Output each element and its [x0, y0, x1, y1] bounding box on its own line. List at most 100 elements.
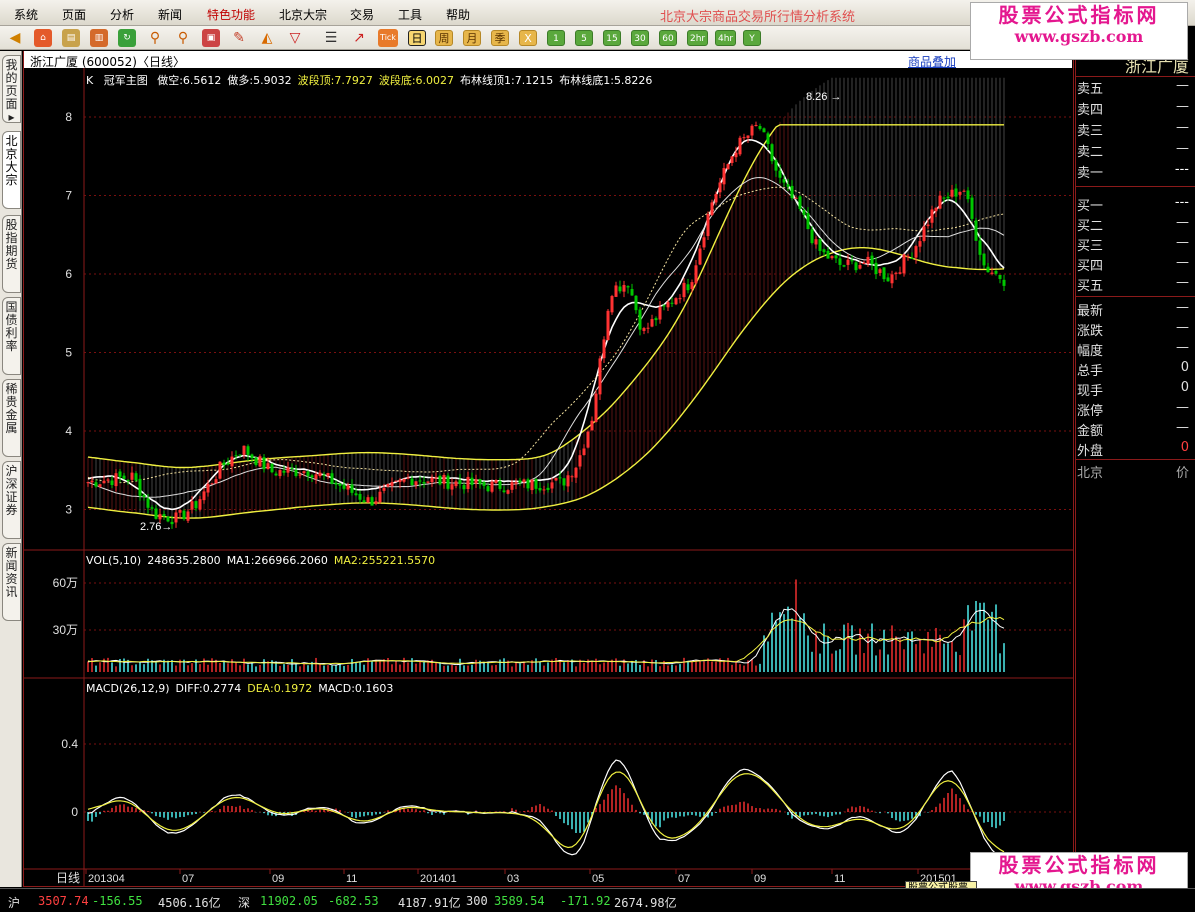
max-price-label: 8.26 →: [806, 91, 841, 103]
bid-row-3-label: 买三: [1077, 239, 1104, 254]
candle-body: [518, 480, 522, 483]
candle-body: [722, 168, 726, 185]
x-tick-label: 03: [507, 873, 519, 885]
bid-row-5: 买五 —: [1077, 275, 1189, 294]
candle-body: [782, 179, 786, 183]
candle-body: [950, 189, 954, 197]
candle-body: [762, 128, 766, 133]
candle-body: [790, 185, 794, 199]
candle-body: [802, 210, 806, 215]
candle-body: [838, 258, 842, 265]
candle-body: [862, 262, 866, 265]
x-tick-label: 09: [754, 873, 766, 885]
candle-body: [874, 262, 878, 275]
stat-row-3-label: 总手: [1077, 364, 1104, 379]
candle-body: [338, 483, 342, 486]
candle-body: [998, 274, 1002, 279]
candle-body: [134, 473, 138, 481]
candle-body: [794, 197, 798, 199]
bid-row-1: 买一 ---: [1077, 195, 1189, 214]
watermark-top-url: www.gszb.com: [1014, 27, 1144, 46]
candle-body: [214, 479, 218, 484]
candle-body: [218, 461, 222, 479]
candle-body: [650, 319, 654, 327]
ask-row-4-value: —: [1176, 99, 1189, 114]
candle-body: [298, 474, 302, 476]
candle-body: [598, 358, 602, 395]
candle-body: [630, 289, 634, 296]
candle-body: [302, 471, 306, 474]
ask-row-5-value: —: [1176, 78, 1189, 93]
candle-body: [190, 501, 194, 510]
stat-row-7: 外盘 0: [1077, 440, 1189, 459]
candle-body: [990, 272, 994, 274]
candle-body: [358, 493, 362, 500]
stat-row-3-value: 0: [1180, 360, 1189, 375]
candle-body: [258, 456, 262, 467]
candle-body: [962, 190, 966, 192]
candle-body: [774, 160, 778, 171]
candle-body: [946, 196, 950, 199]
status-item-2: -156.55: [92, 894, 143, 908]
candle-body: [602, 339, 606, 359]
status-item-1: 3507.74: [38, 894, 89, 908]
candle-body: [282, 470, 286, 473]
ask-row-3: 卖三 —: [1077, 120, 1189, 139]
candle-body: [746, 135, 750, 139]
candle-body: [274, 473, 278, 476]
macd-tick-label: 0: [71, 805, 78, 819]
candle-body: [242, 445, 246, 455]
candle-body: [438, 475, 442, 485]
stat-row-5-value: —: [1176, 400, 1189, 415]
main-indicator-item-3: 波段底:6.0027: [378, 74, 455, 87]
candle-body: [982, 253, 986, 266]
candle-body: [798, 196, 802, 209]
candle-body: [198, 499, 202, 510]
candle-body: [606, 310, 610, 341]
candle-body: [562, 478, 566, 486]
candle-body: [546, 487, 550, 490]
candle-body: [678, 298, 682, 300]
kline-chart[interactable]: 8 7 6 5 4 3 8.26 → 2.76→ 60万 30万 0.4 0 日线 201304 07 09 1…: [0, 0, 1195, 912]
ma-long-line: [87, 176, 1005, 498]
candle-body: [118, 471, 122, 477]
candle-body: [846, 259, 850, 265]
overlay-commodity-link[interactable]: 商品叠加: [908, 53, 956, 70]
macd-tick-label: 0.4: [61, 737, 78, 751]
price-tick-label: 5: [65, 346, 72, 360]
candle-body: [894, 272, 898, 274]
candle-body: [466, 476, 470, 490]
candle-body: [514, 482, 518, 484]
candle-body: [506, 490, 510, 494]
candle-body: [778, 170, 782, 178]
candle-body: [850, 260, 854, 262]
candle-body: [498, 480, 502, 489]
candle-body: [970, 197, 974, 219]
ask-row-2-value: —: [1176, 141, 1189, 156]
candle-body: [710, 202, 714, 216]
status-item-7: 4187.91亿: [398, 896, 461, 910]
candle-body: [994, 270, 998, 274]
candle-body: [586, 431, 590, 448]
candle-body: [642, 328, 646, 331]
candle-body: [386, 484, 390, 487]
candle-body: [474, 479, 478, 484]
status-bar: 沪 3507.74 -156.55 4506.16亿 深 11902.05 -682.53 4…: [0, 888, 1195, 912]
x-tick-label: 11: [346, 873, 357, 885]
candle-body: [658, 307, 662, 320]
candle-body: [406, 477, 410, 479]
candle-body: [154, 508, 158, 519]
stat-row-0: 最新 —: [1077, 300, 1189, 319]
candle-body: [374, 501, 378, 504]
ask-row-3-label: 卖三: [1077, 124, 1104, 139]
candle-body: [938, 195, 942, 209]
candle-body: [478, 479, 482, 484]
candle-body: [306, 471, 310, 477]
ask-row-5-label: 卖五: [1077, 82, 1104, 97]
candle-body: [402, 478, 406, 482]
main-indicator-prefix: K: [86, 74, 94, 87]
macd-indicator-item-1: DIFF:0.2774: [175, 682, 242, 695]
candle-body: [426, 481, 430, 483]
bid-row-1-value: ---: [1174, 195, 1189, 210]
stat-row-1: 涨跌 —: [1077, 320, 1189, 339]
